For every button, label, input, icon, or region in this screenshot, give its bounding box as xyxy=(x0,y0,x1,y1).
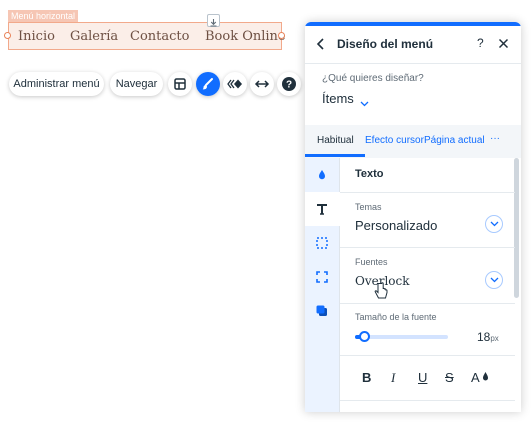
brush-icon[interactable] xyxy=(196,72,220,96)
strikethrough-button[interactable]: S xyxy=(445,370,454,385)
font-size-unit: px xyxy=(490,334,499,343)
bold-button[interactable]: B xyxy=(362,370,371,385)
menu-design-panel: Diseño del menú ? ¿Qué quieres diseñar? … xyxy=(305,22,521,412)
row-divider xyxy=(340,355,515,356)
panel-title: Diseño del menú xyxy=(337,37,434,51)
font-size-value[interactable]: 18px xyxy=(477,330,499,344)
row-divider xyxy=(340,400,515,401)
border-icon[interactable] xyxy=(305,226,340,260)
resize-handle-right[interactable] xyxy=(278,32,285,39)
chevron-down-icon[interactable] xyxy=(485,271,503,289)
text-icon[interactable] xyxy=(305,192,340,226)
chevron-down-icon[interactable] xyxy=(360,94,369,112)
row-divider xyxy=(340,247,515,248)
panel-help-icon[interactable]: ? xyxy=(477,36,484,50)
help-icon[interactable]: ? xyxy=(277,72,301,96)
themes-dropdown[interactable]: Personalizado xyxy=(355,218,437,233)
svg-text:?: ? xyxy=(286,80,292,91)
menu-item-book-online[interactable]: Book Online xyxy=(205,29,286,44)
tab-regular[interactable]: Habitual xyxy=(317,135,354,146)
row-divider xyxy=(340,192,515,193)
text-color-button[interactable]: A xyxy=(471,370,490,385)
manage-menu-button[interactable]: Administrar menú xyxy=(9,72,104,96)
section-title-text: Texto xyxy=(355,168,384,180)
design-target-label: ¿Qué quieres diseñar? xyxy=(322,73,424,84)
back-icon[interactable] xyxy=(316,37,326,55)
layout-icon[interactable] xyxy=(168,72,192,96)
italic-button[interactable]: I xyxy=(391,370,395,386)
fonts-label: Fuentes xyxy=(355,257,388,267)
themes-label: Temas xyxy=(355,202,382,212)
menu-item-home[interactable]: Inicio xyxy=(18,29,55,44)
font-size-slider-handle[interactable] xyxy=(359,331,370,342)
download-icon[interactable] xyxy=(207,14,220,27)
fill-drop-icon[interactable] xyxy=(305,158,340,192)
corners-icon[interactable] xyxy=(305,260,340,294)
close-icon[interactable] xyxy=(498,36,509,54)
chevron-down-icon[interactable] xyxy=(485,215,503,233)
design-categories-sidebar xyxy=(305,158,340,412)
shadow-icon[interactable] xyxy=(305,294,340,328)
panel-header-divider xyxy=(305,63,521,64)
panel-accent-bar xyxy=(305,22,521,26)
font-size-label: Tamaño de la fuente xyxy=(355,312,437,322)
active-tab-indicator xyxy=(305,154,365,157)
stretch-icon[interactable] xyxy=(250,72,274,96)
tab-hover[interactable]: Efecto cursor xyxy=(365,135,424,146)
panel-scrollbar[interactable] xyxy=(514,158,519,298)
animation-icon[interactable] xyxy=(223,72,247,96)
resize-handle-left[interactable] xyxy=(4,32,11,39)
row-divider xyxy=(340,303,515,304)
horizontal-menu[interactable]: Inicio Galería Contacto Book Online xyxy=(4,22,286,50)
tab-more[interactable]: ··· xyxy=(490,133,500,144)
tab-current-page[interactable]: Página actual xyxy=(424,135,485,146)
menu-item-gallery[interactable]: Galería xyxy=(70,29,118,44)
pointer-hand-icon xyxy=(374,282,388,299)
menu-element-tag: Menú horizontal xyxy=(8,10,79,22)
design-target-select[interactable]: Ítems xyxy=(322,91,354,106)
menu-item-contact[interactable]: Contacto xyxy=(130,29,189,44)
navigate-button[interactable]: Navegar xyxy=(110,72,163,96)
underline-button[interactable]: U xyxy=(418,370,427,385)
